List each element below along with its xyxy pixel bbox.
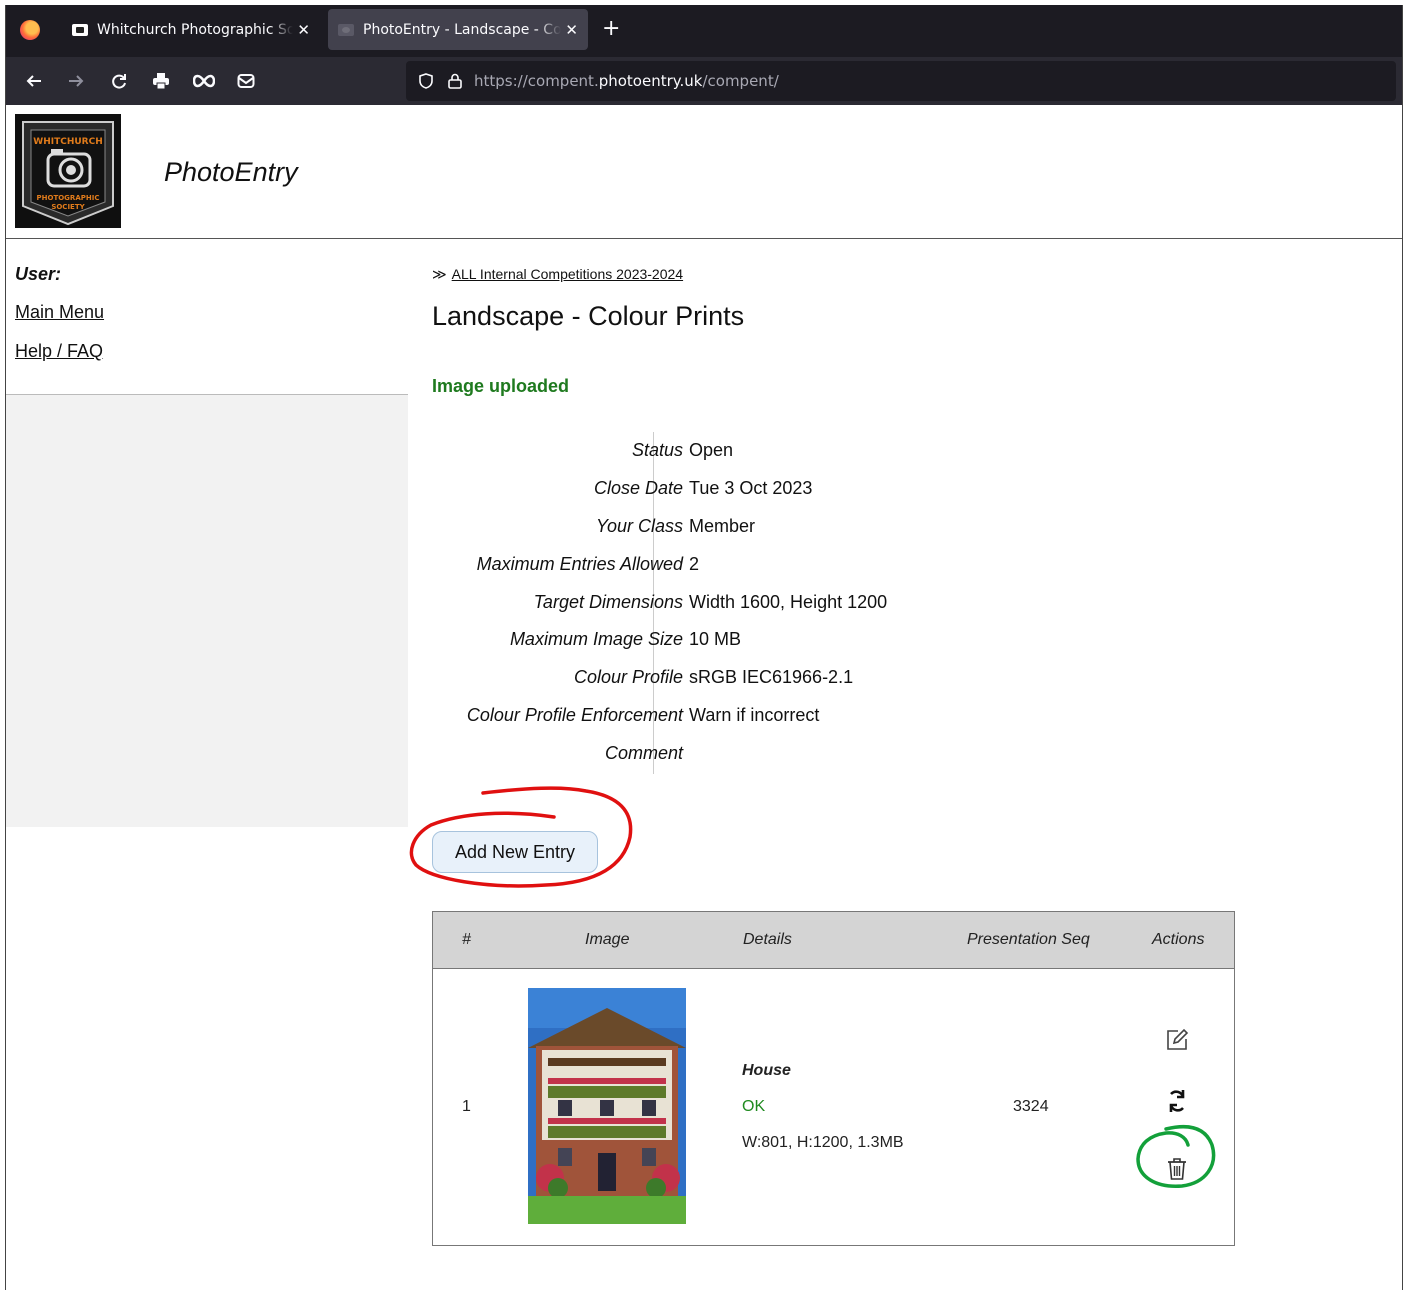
shield-icon[interactable] [418,73,434,89]
entry-status: OK [742,1098,766,1115]
sidebar: User: Main Menu Help / FAQ [6,239,408,827]
main-menu-link[interactable]: Main Menu [15,302,104,323]
firefox-logo-icon[interactable] [20,20,40,40]
property-label: Colour Profile [573,667,683,688]
tab-title: PhotoEntry - Landscape - Colour Prints [363,21,562,38]
sidebar-menu: User: Main Menu Help / FAQ [6,239,408,395]
property-value: Member [689,515,756,536]
main-content: ≫ ALL Internal Competitions 2023-2024 Lan… [408,239,1402,1290]
property-label: Maximum Image Size [509,629,683,650]
property-label: Your Class [595,515,683,536]
column-header-actions: Actions [1152,931,1205,948]
add-new-entry-button[interactable]: Add New Entry [432,831,598,873]
url-text[interactable]: https://compent.photoentry.uk/compent/ [474,72,779,90]
logo-text-top: WHITCHURCH [33,137,102,147]
property-value: Open [689,440,734,461]
browser-window: Whitchurch Photographic Society ✕ PhotoE… [5,5,1403,1290]
property-value: Width 1600, Height 1200 [689,591,888,612]
column-header-image: Image [585,931,630,948]
forward-icon[interactable] [62,67,90,95]
upload-message: Image uploaded [432,376,570,396]
competition-properties: Status Open Close Date Tue 3 Oct 2023 Your… [432,432,1032,772]
breadcrumb-link[interactable]: ALL Internal Competitions 2023-2024 [452,266,683,282]
entry-presentation-seq: 3324 [1013,1098,1049,1115]
reload-icon[interactable] [105,67,133,95]
delete-icon[interactable] [1163,1155,1191,1183]
entry-title: House [742,1062,791,1079]
property-value: 2 [689,553,700,574]
property-label: Colour Profile Enforcement [466,704,683,725]
property-value: sRGB IEC61966-2.1 [689,667,854,688]
property-label: Close Date [593,478,683,499]
table-header: # Image Details Presentation Seq Actions [433,912,1234,969]
edit-icon[interactable] [1163,1026,1191,1054]
logo-text-bottom2: SOCIETY [51,203,85,211]
column-header-details: Details [743,931,792,948]
lock-icon[interactable] [448,73,462,89]
print-icon[interactable] [147,67,175,95]
brand-title: PhotoEntry [164,157,298,187]
tab-title: Whitchurch Photographic Society [97,21,293,38]
navigation-bar: https://compent.photoentry.uk/compent/ [6,57,1402,105]
entry-number: 1 [462,1098,471,1115]
help-faq-link[interactable]: Help / FAQ [15,341,103,362]
property-row: Maximum Image Size 10 MB [432,621,1032,659]
property-label: Maximum Entries Allowed [476,553,683,574]
new-tab-button[interactable]: + [602,18,620,40]
infinity-icon[interactable] [190,67,218,95]
property-row: Status Open [432,432,1032,470]
site-header: WHITCHURCH PHOTOGRAPHIC SOCIETY PhotoEnt… [6,105,1402,239]
breadcrumb: ≫ ALL Internal Competitions 2023-2024 [432,266,683,283]
property-label: Comment [604,742,683,763]
property-row: Close Date Tue 3 Oct 2023 [432,470,1032,508]
property-row: Maximum Entries Allowed 2 [432,545,1032,583]
property-row: Comment [432,734,1032,772]
property-row: Colour Profile sRGB IEC61966-2.1 [432,659,1032,697]
property-value: Warn if incorrect [689,704,820,725]
replace-icon[interactable] [1163,1087,1191,1115]
society-logo[interactable]: WHITCHURCH PHOTOGRAPHIC SOCIETY [15,114,121,228]
address-bar[interactable]: https://compent.photoentry.uk/compent/ [406,61,1396,101]
property-value: 10 MB [689,629,742,650]
breadcrumb-chevron-icon: ≫ [432,266,447,282]
entry-info: W:801, H:1200, 1.3MB [742,1134,904,1151]
column-header-presentation-seq: Presentation Seq [967,931,1090,948]
property-label: Target Dimensions [533,591,683,612]
user-label: User: [15,264,62,284]
tab-bar: Whitchurch Photographic Society ✕ PhotoE… [6,5,1402,57]
tab-close-icon[interactable]: ✕ [565,21,578,39]
mail-icon[interactable] [232,67,260,95]
property-value: Tue 3 Oct 2023 [689,478,813,499]
camera-favicon-icon [338,23,354,36]
property-row: Your Class Member [432,508,1032,546]
property-row: Target Dimensions Width 1600, Height 1200 [432,583,1032,621]
entry-thumbnail[interactable] [528,988,686,1224]
tab-close-icon[interactable]: ✕ [297,21,310,39]
tab-whitchurch[interactable]: Whitchurch Photographic Society ✕ [62,9,320,50]
entries-table: # Image Details Presentation Seq Actions… [432,911,1235,1246]
tab-photoentry[interactable]: PhotoEntry - Landscape - Colour Prints ✕ [328,9,588,50]
back-icon[interactable] [20,67,48,95]
page-title: Landscape - Colour Prints [432,301,745,331]
property-label: Status [631,440,683,461]
site-favicon-icon [72,23,88,36]
property-row: Colour Profile Enforcement Warn if incorr… [432,697,1032,735]
column-header-number: # [462,931,471,948]
logo-text-bottom: PHOTOGRAPHIC [37,194,100,202]
